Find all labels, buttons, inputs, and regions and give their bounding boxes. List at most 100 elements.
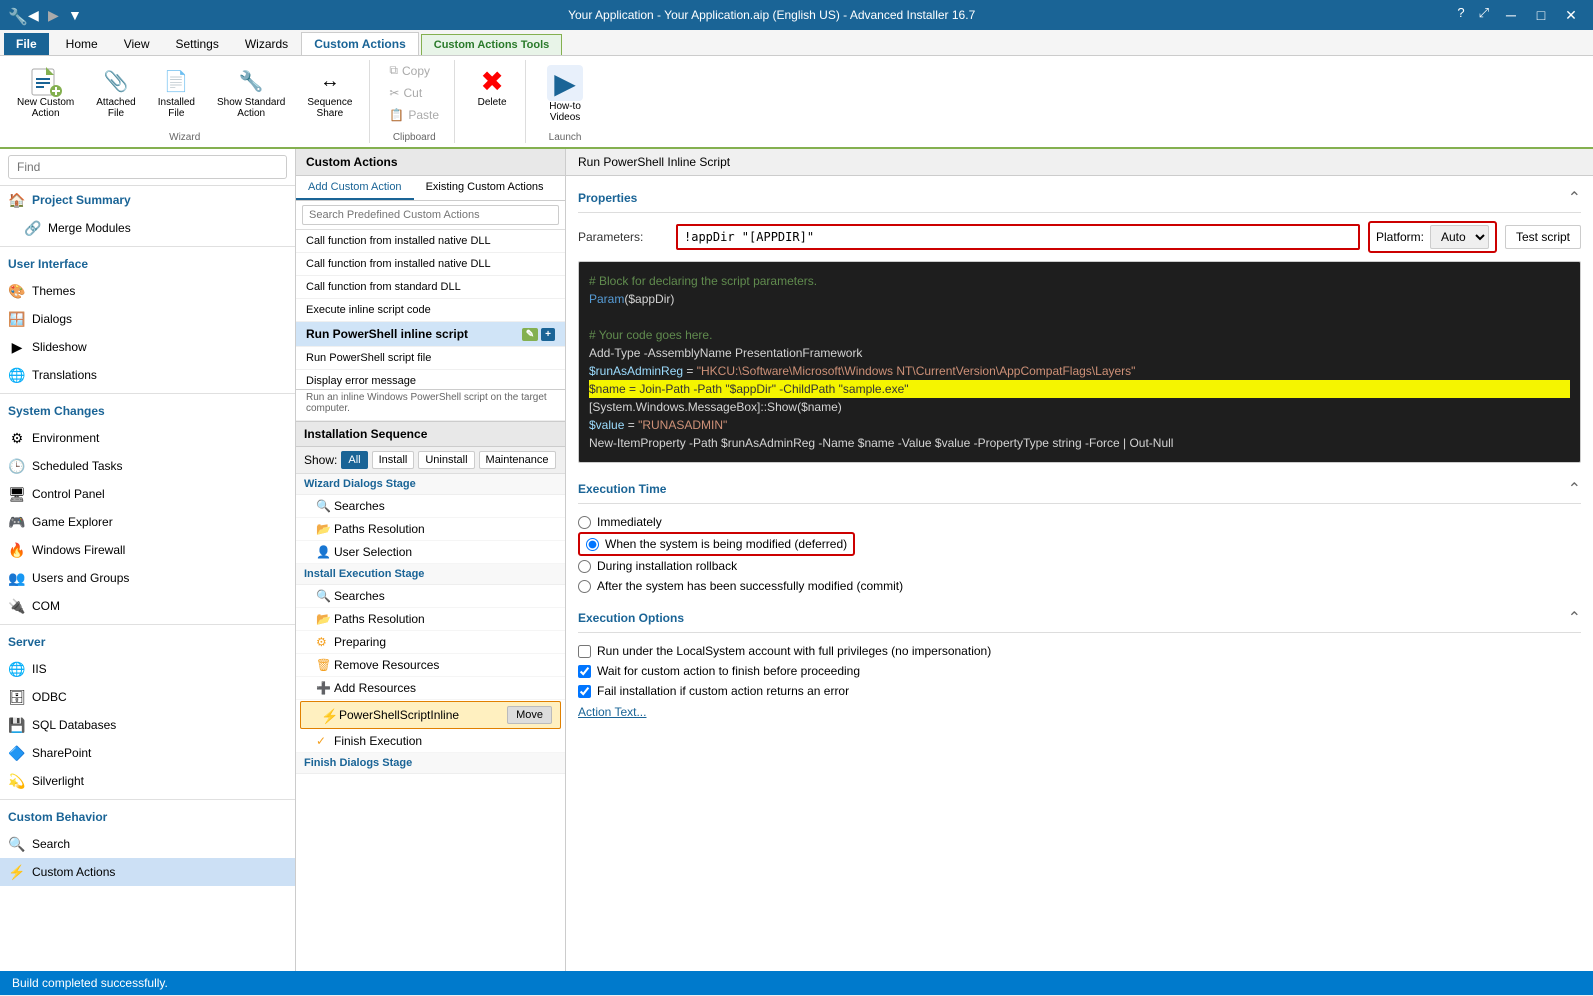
filter-install-button[interactable]: Install [372, 451, 415, 469]
how-to-videos-button[interactable]: ▶ How-toVideos [538, 60, 592, 128]
nav-forward-icon[interactable]: ▶ [48, 7, 64, 23]
paste-button[interactable]: 📋 Paste [382, 105, 446, 125]
action-item-run-powershell-file[interactable]: Run PowerShell script file [296, 347, 565, 370]
tab-custom-actions[interactable]: Custom Actions [301, 32, 419, 55]
powershell-edit-icon[interactable]: ✎ [522, 328, 538, 341]
parameters-input[interactable] [676, 224, 1360, 250]
properties-collapse-button[interactable]: ⌃ [1568, 188, 1581, 208]
search-predefined-input[interactable] [302, 205, 559, 225]
sidebar-header-system-changes[interactable]: System Changes [0, 398, 295, 424]
tab-existing-custom-actions[interactable]: Existing Custom Actions [414, 176, 556, 200]
help-icon[interactable]: ? [1451, 5, 1470, 25]
tab-custom-actions-tools[interactable]: Custom Actions Tools [421, 34, 563, 55]
seq-searches-1[interactable]: 🔍 Searches [296, 495, 565, 518]
seq-add-resources[interactable]: ➕ Add Resources [296, 677, 565, 700]
check-fail-install-input[interactable] [578, 685, 591, 698]
radio-commit-input[interactable] [578, 580, 591, 593]
seq-user-selection[interactable]: 👤 User Selection [296, 541, 565, 564]
test-script-button[interactable]: Test script [1505, 225, 1581, 249]
action-text-link[interactable]: Action Text... [578, 701, 646, 723]
sidebar-item-custom-actions[interactable]: ⚡ Custom Actions [0, 858, 295, 886]
nav-menu-icon[interactable]: ▼ [68, 7, 84, 23]
action-item-call-standard[interactable]: Call function from standard DLL [296, 276, 565, 299]
sidebar-item-windows-firewall[interactable]: 🔥 Windows Firewall [0, 536, 295, 564]
sidebar-item-themes[interactable]: 🎨 Themes [0, 277, 295, 305]
tab-home[interactable]: Home [53, 32, 111, 55]
seq-paths-2[interactable]: 📂 Paths Resolution [296, 608, 565, 631]
action-item-execute-inline[interactable]: Execute inline script code [296, 299, 565, 322]
sidebar-item-game-explorer[interactable]: 🎮 Game Explorer [0, 508, 295, 536]
sidebar-search-input[interactable] [8, 155, 287, 179]
seq-finish-execution[interactable]: ✓ Finish Execution [296, 730, 565, 753]
copy-button[interactable]: ⧉ Copy [382, 60, 446, 81]
check-wait-finish-input[interactable] [578, 665, 591, 678]
seq-move-button[interactable]: Move [507, 706, 552, 724]
sidebar-header-server[interactable]: Server [0, 629, 295, 655]
code-line-blank [589, 308, 1570, 326]
execution-options-collapse-button[interactable]: ⌃ [1568, 608, 1581, 628]
sidebar-item-users-and-groups[interactable]: 👥 Users and Groups [0, 564, 295, 592]
window-controls[interactable]: ? ⤢ ─ □ ✕ [1451, 5, 1585, 25]
maximize-button[interactable]: □ [1527, 5, 1555, 25]
sidebar-header-user-interface[interactable]: User Interface [0, 251, 295, 277]
action-item-call-installed-1[interactable]: Call function from installed native DLL [296, 230, 565, 253]
radio-deferred-input[interactable] [586, 538, 599, 551]
installed-file-button[interactable]: 📄 InstalledFile [149, 60, 204, 124]
sidebar-item-sharepoint[interactable]: 🔷 SharePoint [0, 739, 295, 767]
minimize-button[interactable]: ─ [1497, 5, 1525, 25]
seq-remove-resources[interactable]: 🗑 Remove Resources [296, 654, 565, 677]
game-explorer-icon: 🎮 [8, 513, 26, 531]
sidebar-item-environment[interactable]: ⚙ Environment [0, 424, 295, 452]
sequence-share-button[interactable]: ↔ SequenceShare [298, 60, 361, 124]
powershell-add-icon[interactable]: + [541, 328, 555, 341]
sidebar-item-search[interactable]: 🔍 Search [0, 830, 295, 858]
sidebar-item-merge-modules[interactable]: 🔗 Merge Modules [0, 214, 295, 242]
sidebar-item-translations[interactable]: 🌐 Translations [0, 361, 295, 389]
filter-all-button[interactable]: All [341, 451, 367, 469]
sidebar-item-com[interactable]: 🔌 COM [0, 592, 295, 620]
platform-select[interactable]: Auto x86 x64 [1430, 225, 1489, 249]
sidebar-item-dialogs[interactable]: 🪟 Dialogs [0, 305, 295, 333]
sidebar-item-control-panel[interactable]: 🖥 Control Panel [0, 480, 295, 508]
tab-add-custom-action[interactable]: Add Custom Action [296, 176, 414, 200]
tab-file[interactable]: File [4, 33, 49, 55]
delete-button[interactable]: ✖ Delete [467, 60, 517, 113]
radio-immediately: Immediately [578, 512, 1581, 532]
sidebar-item-iis[interactable]: 🌐 IIS [0, 655, 295, 683]
seq-powershell-inline[interactable]: ⚡ PowerShellScriptInline Move [300, 701, 561, 729]
action-item-display-error[interactable]: Display error message [296, 370, 565, 390]
seq-preparing[interactable]: ⚙ Preparing [296, 631, 565, 654]
new-custom-action-button[interactable]: New CustomAction [8, 60, 83, 124]
execution-time-label: Execution Time [578, 482, 666, 496]
tab-view[interactable]: View [111, 32, 163, 55]
sidebar-item-odbc[interactable]: 🗄 ODBC [0, 683, 295, 711]
sidebar-item-silverlight[interactable]: 💫 Silverlight [0, 767, 295, 795]
expand-icon[interactable]: ⤢ [1473, 5, 1495, 25]
check-local-system-input[interactable] [578, 645, 591, 658]
tab-settings[interactable]: Settings [162, 32, 231, 55]
seq-paths-1[interactable]: 📂 Paths Resolution [296, 518, 565, 541]
show-standard-action-button[interactable]: 🔧 Show StandardAction [208, 60, 294, 124]
cut-button[interactable]: ✂ Cut [382, 83, 446, 103]
sharepoint-icon: 🔷 [8, 744, 26, 762]
nav-back-icon[interactable]: ◀ [28, 7, 44, 23]
sequence-title: Installation Sequence [296, 422, 565, 447]
action-item-call-installed-2[interactable]: Call function from installed native DLL [296, 253, 565, 276]
sidebar-item-project-summary[interactable]: 🏠 Project Summary [0, 186, 295, 214]
divider-1 [0, 246, 295, 247]
filter-uninstall-button[interactable]: Uninstall [418, 451, 474, 469]
sidebar-item-slideshow[interactable]: ▶ Slideshow [0, 333, 295, 361]
sidebar-item-sql-databases[interactable]: 💾 SQL Databases [0, 711, 295, 739]
radio-immediately-input[interactable] [578, 516, 591, 529]
sidebar-header-custom-behavior[interactable]: Custom Behavior [0, 804, 295, 830]
code-editor[interactable]: # Block for declaring the script paramet… [578, 261, 1581, 463]
close-button[interactable]: ✕ [1557, 5, 1585, 25]
tab-wizards[interactable]: Wizards [232, 32, 301, 55]
radio-rollback-input[interactable] [578, 560, 591, 573]
execution-time-collapse-button[interactable]: ⌃ [1568, 479, 1581, 499]
seq-searches-2[interactable]: 🔍 Searches [296, 585, 565, 608]
sidebar-item-scheduled-tasks[interactable]: 🕒 Scheduled Tasks [0, 452, 295, 480]
filter-maintenance-button[interactable]: Maintenance [479, 451, 556, 469]
attached-file-button[interactable]: 📎 AttachedFile [87, 60, 144, 124]
action-item-run-powershell-inline[interactable]: Run PowerShell inline script ✎ + [296, 322, 565, 347]
